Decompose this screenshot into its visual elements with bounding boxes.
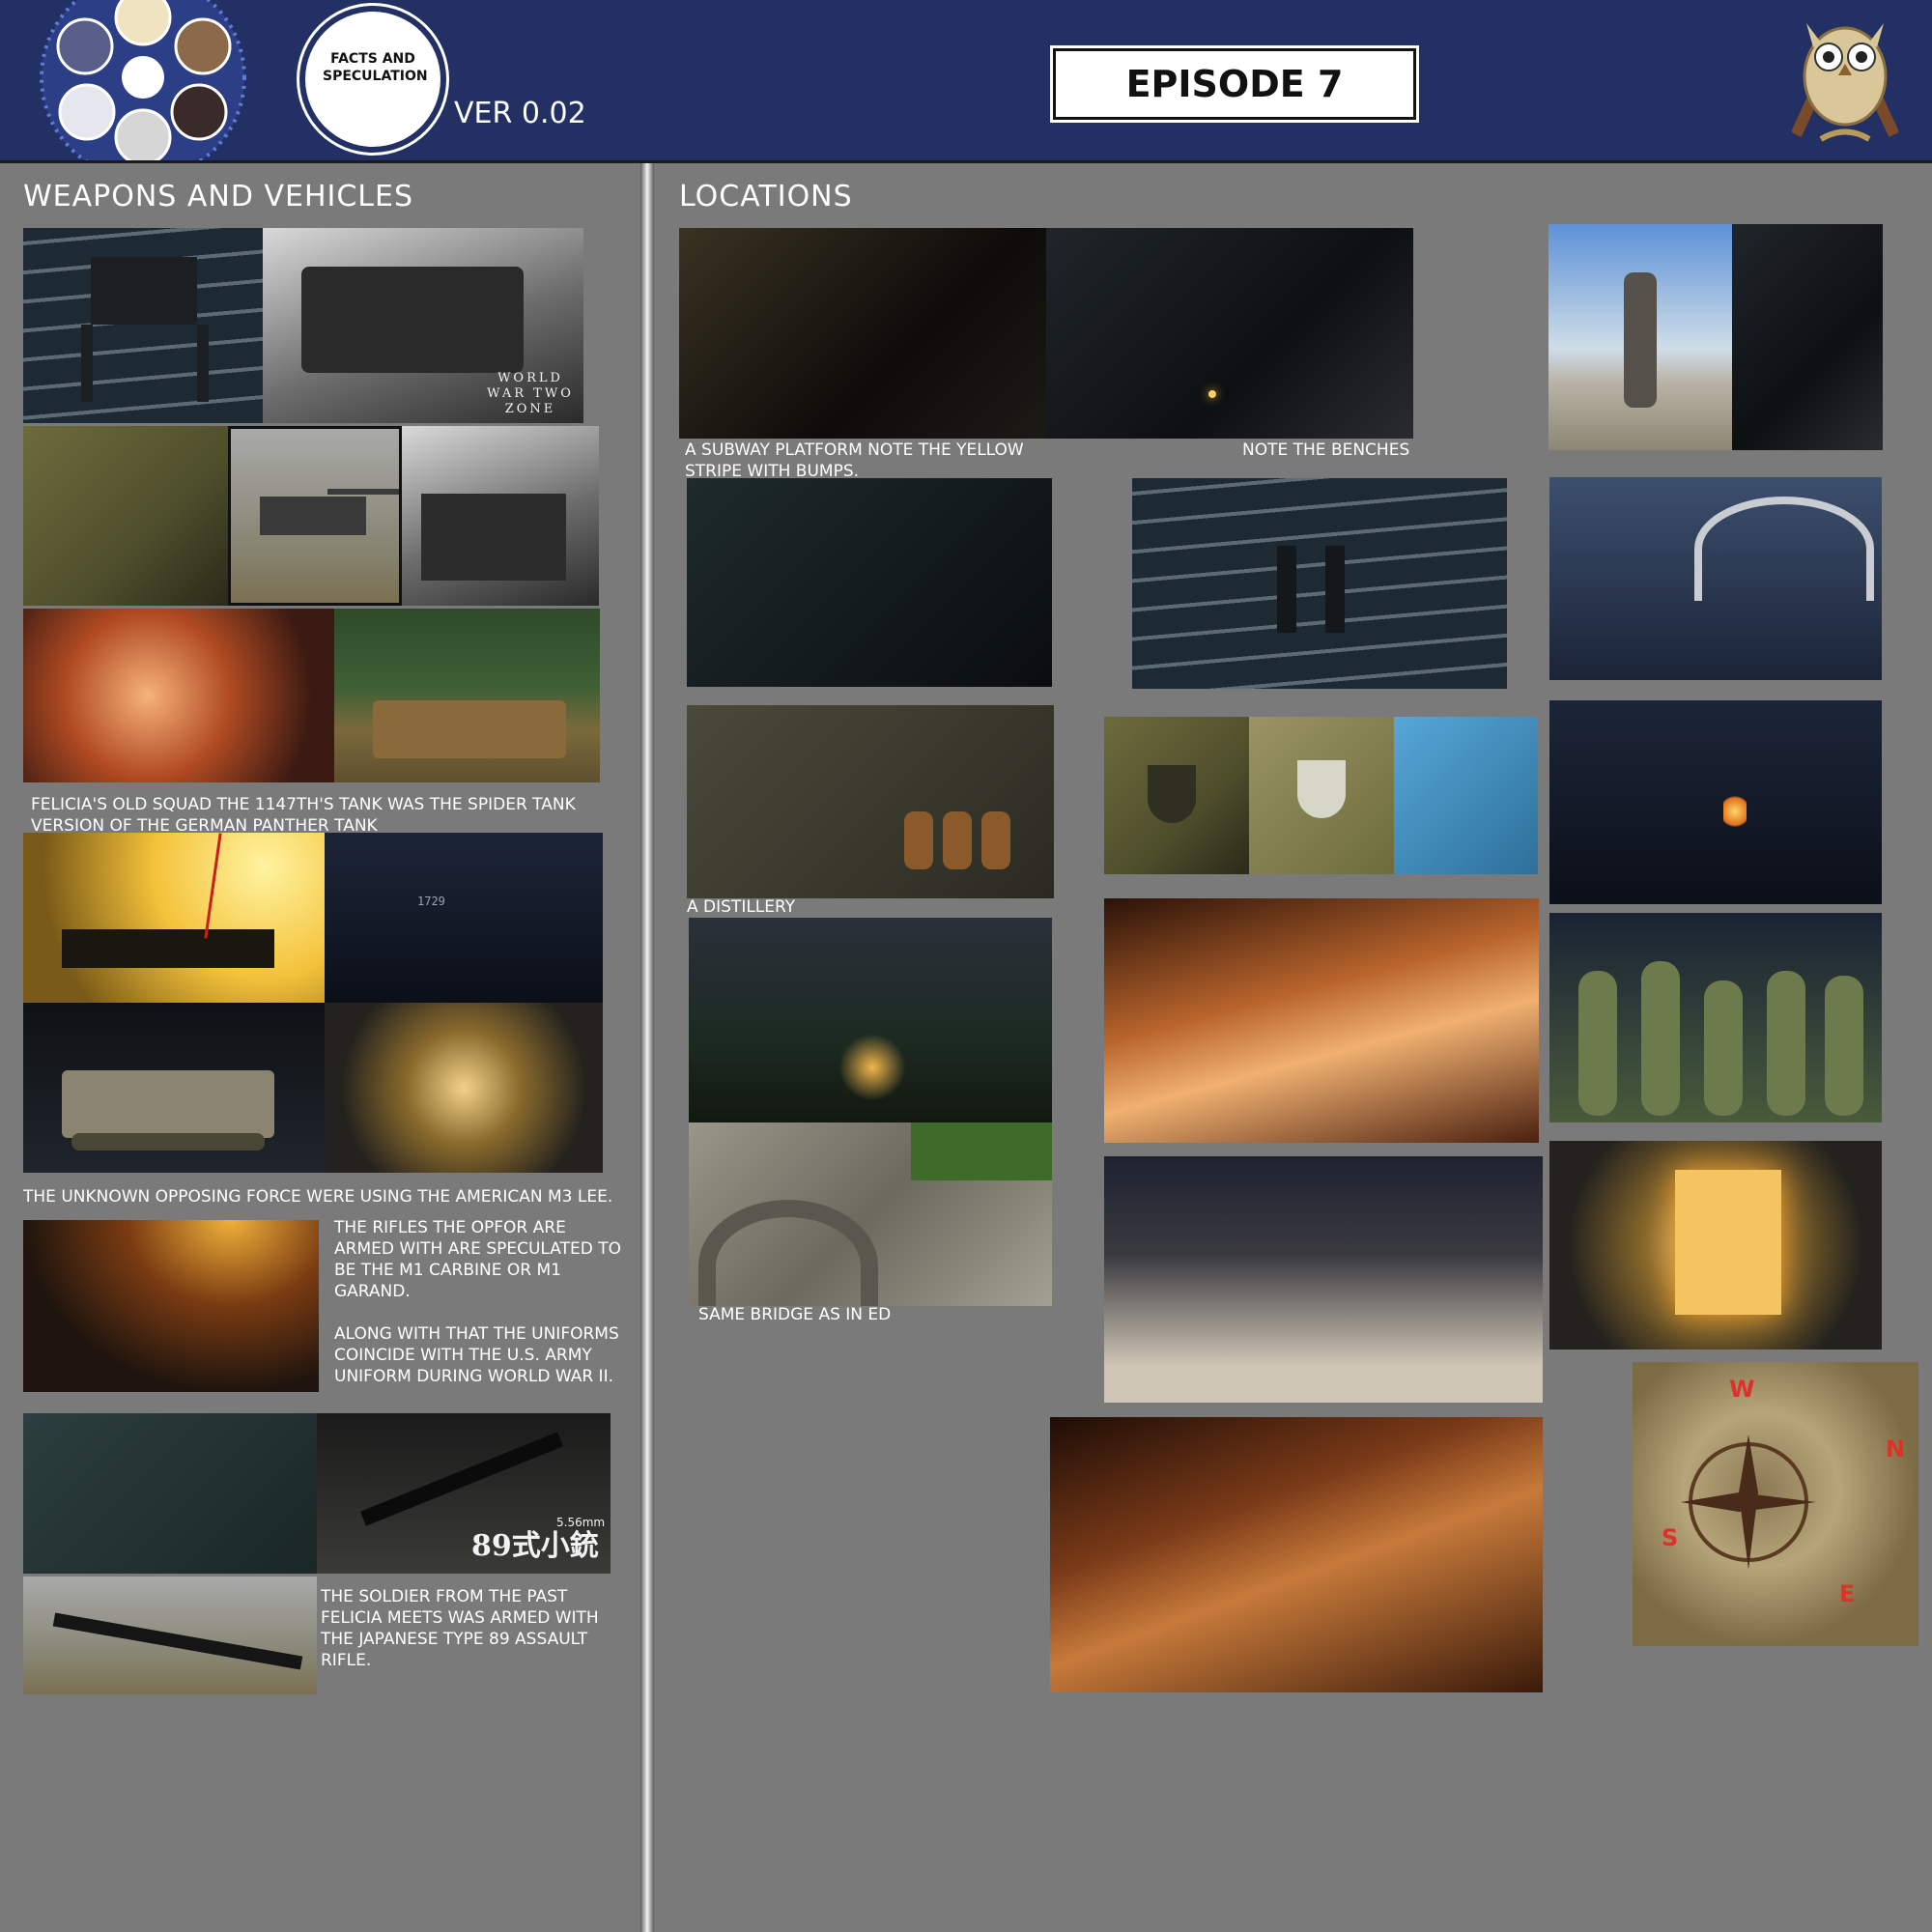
facts-badge-text: FACTS AND SPECULATION bbox=[323, 51, 428, 84]
rifles-caption: THE RIFLES THE OPFOR ARE ARMED WITH ARE … bbox=[334, 1218, 621, 1301]
lantern-valley-screenshot bbox=[689, 918, 1052, 1122]
tank-1729-screenshot: 1729 bbox=[325, 833, 603, 1003]
version-label: VER 0.02 bbox=[454, 97, 586, 130]
m3-headlight-screenshot bbox=[325, 1003, 603, 1173]
girls-lanterns-screenshot bbox=[1549, 913, 1882, 1122]
facts-badge: FACTS AND SPECULATION bbox=[305, 12, 440, 147]
type89-poster: 89式小銃 5.56mm bbox=[317, 1413, 611, 1574]
praying-crowd-screenshot bbox=[1104, 1156, 1543, 1403]
whale-bones-screenshot bbox=[1549, 477, 1882, 680]
type89-rifle-photo bbox=[23, 1577, 317, 1694]
subway-benches-screenshot bbox=[1046, 228, 1413, 439]
panther-tank-camo-photo bbox=[334, 609, 600, 782]
subway-caption: A SUBWAY PLATFORM NOTE THE YELLOW STRIPE… bbox=[685, 440, 1024, 481]
compass-east-label: E bbox=[1839, 1580, 1856, 1607]
panther-tank-photo-crew bbox=[402, 426, 599, 606]
soldier-railing-screenshot bbox=[1548, 224, 1732, 450]
building-fire-screenshot bbox=[1050, 1417, 1543, 1692]
opfor-soldiers-screenshot bbox=[23, 1220, 319, 1392]
header-bar: FACTS AND SPECULATION VER 0.02 EPISODE 7 bbox=[0, 0, 1932, 181]
glowing-lantern-screenshot bbox=[1549, 1141, 1882, 1350]
spider-tank-closeup bbox=[23, 426, 228, 606]
compass-map-screenshot: W N S E bbox=[1633, 1362, 1918, 1646]
world-war-two-watermark: WORLD WAR TWO ZONE bbox=[487, 371, 574, 416]
episode-box: EPISODE 7 bbox=[1053, 48, 1416, 120]
compass-south-label: S bbox=[1662, 1524, 1679, 1551]
locations-section-title: LOCATIONS bbox=[679, 180, 853, 213]
m3-silhouette-screenshot bbox=[23, 833, 325, 1003]
panther-caption: FELICIA'S OLD SQUAD THE 1147TH'S TANK WA… bbox=[31, 795, 576, 836]
shoreline-screenshot bbox=[1132, 478, 1507, 689]
panther-tank-photo-road bbox=[228, 426, 402, 606]
m3-lee-photo bbox=[23, 1003, 325, 1173]
burning-city-screenshot bbox=[1104, 898, 1539, 1143]
benches-caption: NOTE THE BENCHES bbox=[1242, 440, 1410, 460]
panther-tank-photo-front: WORLD WAR TWO ZONE bbox=[263, 228, 583, 423]
tank-number-label: 1729 bbox=[417, 895, 445, 908]
spider-tank-screenshot bbox=[23, 228, 263, 423]
dark-interior-screenshot bbox=[687, 478, 1052, 687]
compass-north-label: N bbox=[1886, 1435, 1906, 1463]
spider-tank-firing bbox=[23, 609, 334, 782]
insignia-patch-2 bbox=[1249, 717, 1394, 874]
uniforms-caption: ALONG WITH THAT THE UNIFORMS COINCIDE WI… bbox=[334, 1324, 619, 1386]
distillery-screenshot bbox=[687, 705, 1054, 898]
distillery-caption: A DISTILLERY bbox=[687, 897, 796, 917]
type89-caliber-label: 5.56mm bbox=[556, 1516, 606, 1529]
bridge-screenshot bbox=[689, 1122, 1052, 1306]
insignia-patch-1 bbox=[1104, 717, 1249, 874]
type89-caption: THE SOLDIER FROM THE PAST FELICIA MEETS … bbox=[321, 1587, 599, 1670]
compass-west-label: W bbox=[1729, 1376, 1755, 1403]
character-circle-logo bbox=[27, 0, 259, 181]
episode-title: EPISODE 7 bbox=[1125, 63, 1344, 105]
campfire-screenshot bbox=[1549, 700, 1882, 904]
owl-mascot-icon bbox=[1790, 4, 1900, 149]
panel-divider bbox=[640, 163, 654, 1932]
m3-caption: THE UNKNOWN OPPOSING FORCE WERE USING TH… bbox=[23, 1187, 613, 1207]
soldier-dark-screenshot bbox=[1732, 224, 1883, 450]
bridge-caption: SAME BRIDGE AS IN ED bbox=[698, 1305, 892, 1324]
weapons-section-title: WEAPONS AND VEHICLES bbox=[23, 180, 414, 213]
subway-platform-screenshot bbox=[679, 228, 1046, 439]
insignia-patch-3 bbox=[1394, 717, 1538, 874]
type89-screenshot bbox=[23, 1413, 317, 1574]
